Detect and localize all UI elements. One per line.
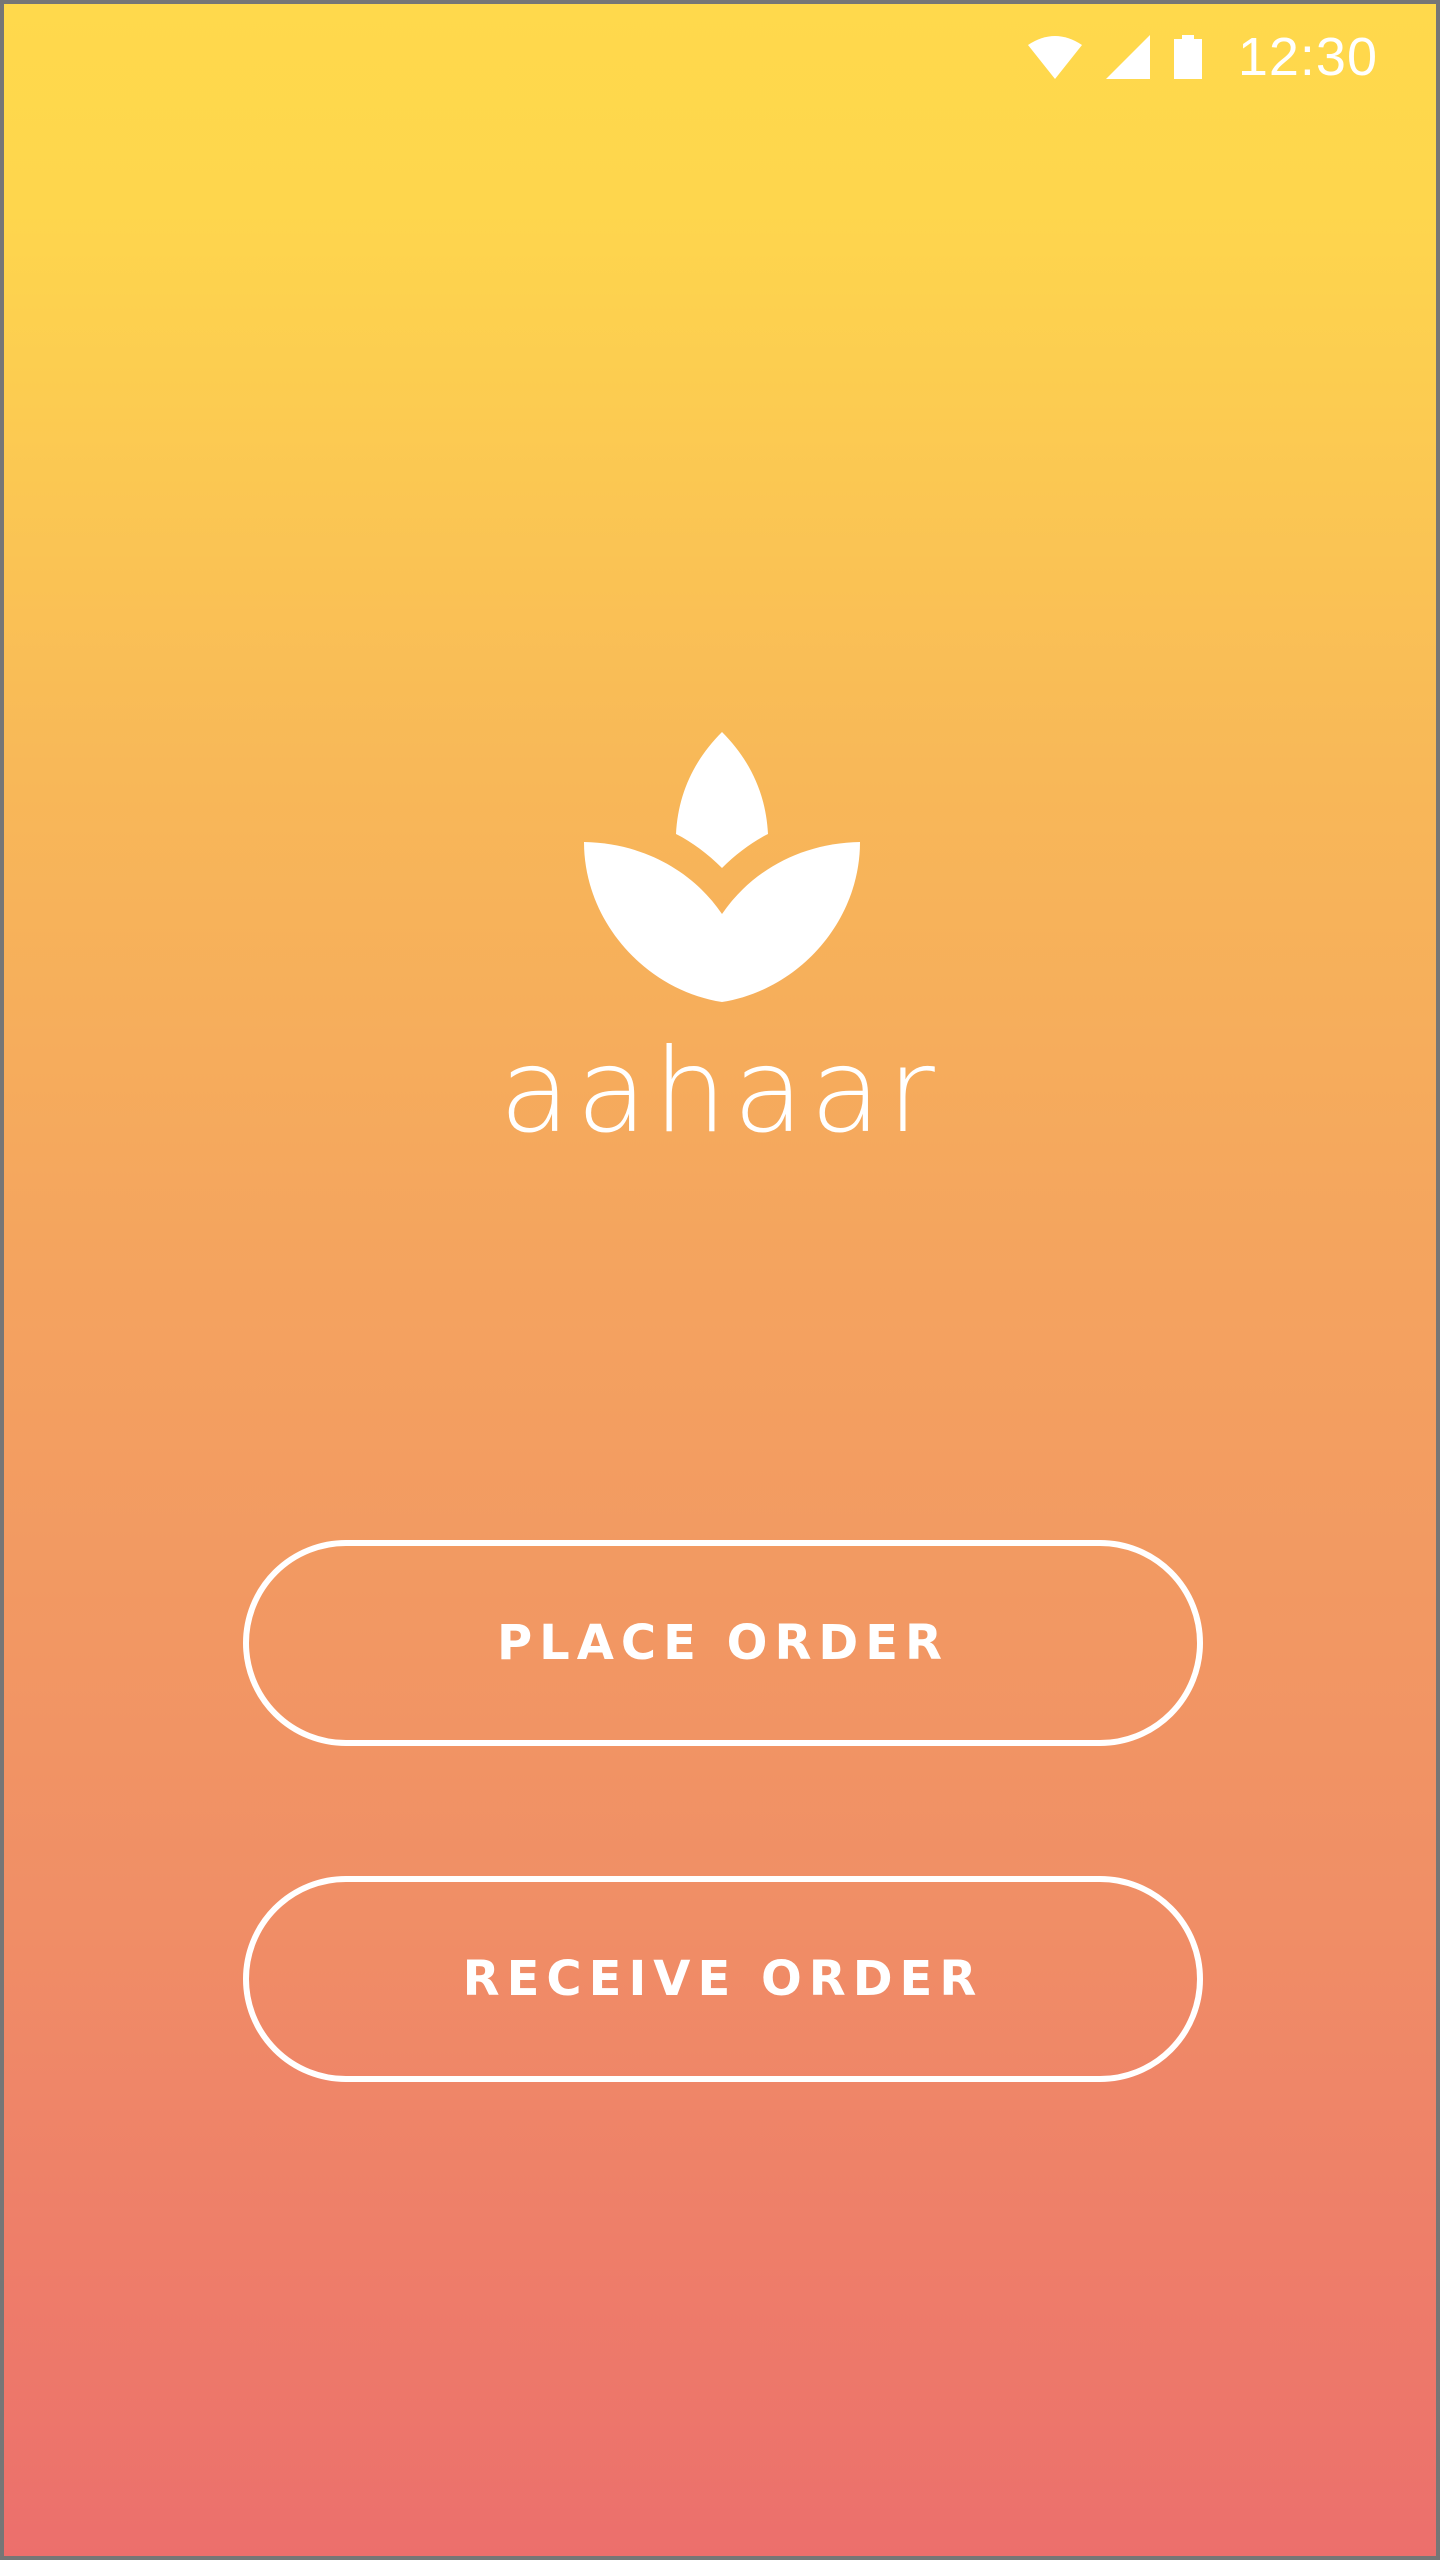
- receive-order-button[interactable]: RECEIVE ORDER: [243, 1876, 1203, 2082]
- app-screen: 12:30 aahaar PLACE ORDER RECEIVE ORDER: [0, 0, 1440, 2560]
- wifi-icon: [1027, 35, 1082, 79]
- receive-order-label: RECEIVE ORDER: [462, 1951, 984, 2007]
- signal-icon: [1105, 35, 1150, 79]
- app-title: aahaar: [499, 1024, 941, 1159]
- status-bar: 12:30: [1027, 24, 1378, 90]
- place-order-button[interactable]: PLACE ORDER: [243, 1540, 1203, 1746]
- place-order-label: PLACE ORDER: [497, 1615, 949, 1671]
- lotus-leaf-icon: [584, 730, 860, 1006]
- battery-icon: [1173, 35, 1202, 79]
- status-time: 12:30: [1237, 27, 1378, 87]
